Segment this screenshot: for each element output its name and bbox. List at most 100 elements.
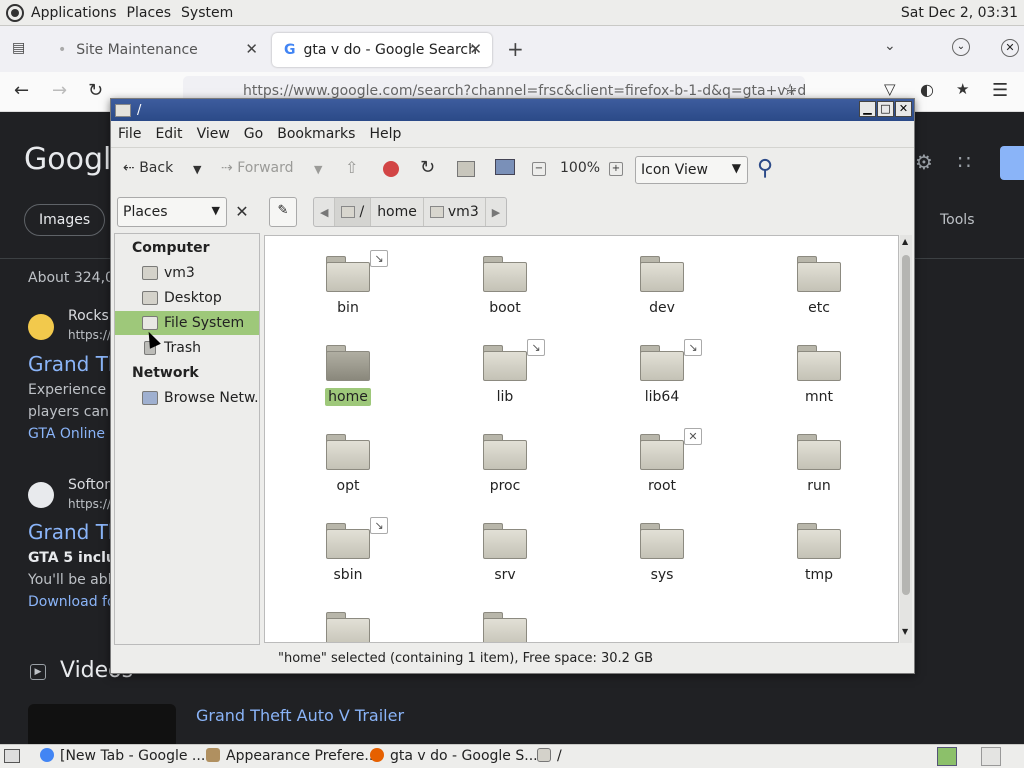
settings-gear-icon[interactable]: ⚙	[915, 150, 933, 174]
list-tabs-icon[interactable]: ⌄	[884, 38, 896, 54]
back-history-dropdown-icon[interactable]: ▼	[193, 163, 201, 176]
taskbar-item-appearance[interactable]: Appearance Prefere...	[206, 748, 378, 764]
close-browser-icon[interactable]: ✕	[1001, 39, 1019, 57]
folder-item[interactable]	[288, 606, 408, 642]
menu-file[interactable]: File	[111, 126, 148, 142]
folder-item[interactable]: dev	[602, 250, 722, 330]
menu-view[interactable]: View	[190, 126, 237, 142]
folder-item[interactable]: ↘ lib	[445, 339, 565, 419]
folder-item[interactable]: tmp	[759, 517, 879, 597]
taskbar-item-file-manager[interactable]: /	[537, 748, 562, 764]
new-tab-icon[interactable]: +	[507, 37, 524, 61]
menu-go[interactable]: Go	[237, 126, 270, 142]
folder-item[interactable]: ↘ sbin	[288, 517, 408, 597]
video-title-link[interactable]: Grand Theft Auto V Trailer	[196, 706, 404, 725]
tab-overview-icon[interactable]: ▤	[12, 40, 25, 56]
taskbar-item-firefox[interactable]: gta v do - Google S...	[370, 748, 538, 764]
result-sitelink[interactable]: Download for	[28, 594, 121, 610]
scroll-up-icon[interactable]: ▲	[902, 237, 908, 246]
stop-icon[interactable]	[383, 161, 399, 177]
reload-icon[interactable]: ↻	[420, 157, 435, 178]
close-tab-icon[interactable]: ✕	[245, 40, 258, 58]
menu-edit[interactable]: Edit	[148, 126, 189, 142]
forward-button[interactable]: ⇢ Forward	[221, 160, 294, 176]
folder-item[interactable]: etc	[759, 250, 879, 330]
folder-item[interactable]: ✕ root	[602, 428, 722, 508]
close-tab-icon[interactable]: ✕	[469, 40, 482, 58]
folder-item[interactable]	[445, 606, 565, 642]
sidebar-item-vm3[interactable]: vm3	[115, 261, 259, 285]
file-icon-view[interactable]: ↘ bin boot dev etc home ↘ lib ↘ lib64 mnt opt proc ✕ r…	[264, 235, 899, 643]
workspace-1[interactable]	[937, 747, 957, 766]
folder-item[interactable]: opt	[288, 428, 408, 508]
images-chip[interactable]: Images	[24, 204, 106, 236]
back-button[interactable]: ⇠ Back	[123, 160, 173, 176]
places-menu[interactable]: Places	[127, 5, 172, 21]
system-menu[interactable]: System	[181, 5, 233, 21]
vertical-scrollbar[interactable]: ▲ ▼	[900, 235, 912, 643]
side-pane-select[interactable]: Places ▼	[117, 197, 227, 227]
breadcrumb-vm3[interactable]: vm3	[424, 198, 486, 226]
workspace-2[interactable]	[981, 747, 1001, 766]
window-titlebar[interactable]: / ▁ □ ✕	[111, 99, 914, 121]
sidebar-item-file-system[interactable]: File System	[115, 311, 259, 335]
folder-item[interactable]: ↘ bin	[288, 250, 408, 330]
menu-help[interactable]: Help	[362, 126, 408, 142]
sign-in-button[interactable]	[1000, 146, 1024, 180]
scrollbar-thumb[interactable]	[902, 255, 910, 595]
forward-history-dropdown-icon[interactable]: ▼	[314, 163, 322, 176]
view-mode-select[interactable]: Icon View ▼	[635, 156, 748, 184]
tab-gta-search[interactable]: G gta v do - Google Search ✕	[272, 33, 492, 67]
hamburger-menu-icon[interactable]: ☰	[992, 80, 1008, 101]
tools-button[interactable]: Tools	[940, 212, 975, 228]
result-sitelink[interactable]: GTA Online -	[28, 426, 115, 442]
close-window-icon[interactable]: ✕	[895, 101, 912, 117]
breadcrumb-root[interactable]: /	[335, 198, 372, 226]
folder-item[interactable]: sys	[602, 517, 722, 597]
menu-bookmarks[interactable]: Bookmarks	[270, 126, 362, 142]
sidebar-item-trash[interactable]: Trash	[115, 336, 259, 360]
result-title-link[interactable]: Grand Th	[28, 520, 121, 544]
folder-item[interactable]: boot	[445, 250, 565, 330]
tab-site-maintenance[interactable]: • Site Maintenance ✕	[46, 33, 268, 67]
up-arrow-icon[interactable]: ⇧	[345, 158, 358, 177]
result-title-link[interactable]: Grand Th	[28, 352, 121, 376]
account-icon[interactable]: ◐	[920, 80, 934, 99]
show-desktop-icon[interactable]	[4, 749, 20, 763]
close-side-pane-icon[interactable]: ✕	[230, 197, 254, 227]
computer-icon[interactable]	[495, 159, 515, 175]
applications-menu[interactable]: Applications	[31, 5, 117, 21]
gnome-foot-icon[interactable]	[6, 3, 24, 22]
extensions-icon[interactable]: ★	[956, 80, 969, 98]
minimize-window-icon[interactable]: ▁	[859, 101, 876, 117]
scroll-down-icon[interactable]: ▼	[902, 627, 908, 636]
bookmark-star-icon[interactable]: ☆	[783, 80, 797, 99]
zoom-out-icon[interactable]: −	[532, 162, 546, 176]
breadcrumb-left-icon[interactable]: ◀	[314, 198, 336, 226]
minimize-browser-icon[interactable]: ⌄	[952, 38, 970, 56]
folder-item[interactable]: mnt	[759, 339, 879, 419]
edit-location-icon[interactable]: ✎	[269, 197, 297, 227]
folder-item[interactable]: run	[759, 428, 879, 508]
breadcrumb-right-icon[interactable]: ▶	[486, 198, 506, 226]
folder-item[interactable]: ↘ lib64	[602, 339, 722, 419]
sidebar-item-desktop[interactable]: Desktop	[115, 286, 259, 310]
folder-item[interactable]: home	[288, 339, 408, 419]
zoom-in-icon[interactable]: +	[609, 162, 623, 176]
sidebar-item-browse-network[interactable]: Browse Netw...	[115, 386, 259, 410]
back-arrow-icon[interactable]: ←	[14, 80, 29, 101]
maximize-window-icon[interactable]: □	[877, 101, 894, 117]
reload-icon[interactable]: ↻	[88, 80, 103, 101]
folder-icon	[797, 523, 841, 559]
taskbar-item-new-tab[interactable]: [New Tab - Google ...	[40, 748, 205, 764]
breadcrumb-home[interactable]: home	[371, 198, 424, 226]
folder-item[interactable]: proc	[445, 428, 565, 508]
clock[interactable]: Sat Dec 2, 03:31	[901, 5, 1018, 21]
folder-item[interactable]: srv	[445, 517, 565, 597]
pocket-icon[interactable]: ▽	[884, 80, 896, 98]
video-thumbnail[interactable]	[28, 704, 176, 744]
home-folder-icon[interactable]	[457, 161, 475, 177]
search-icon[interactable]: ⚲	[757, 156, 773, 181]
forward-arrow-icon[interactable]: →	[52, 80, 67, 101]
apps-grid-icon[interactable]: ∷	[958, 150, 971, 174]
